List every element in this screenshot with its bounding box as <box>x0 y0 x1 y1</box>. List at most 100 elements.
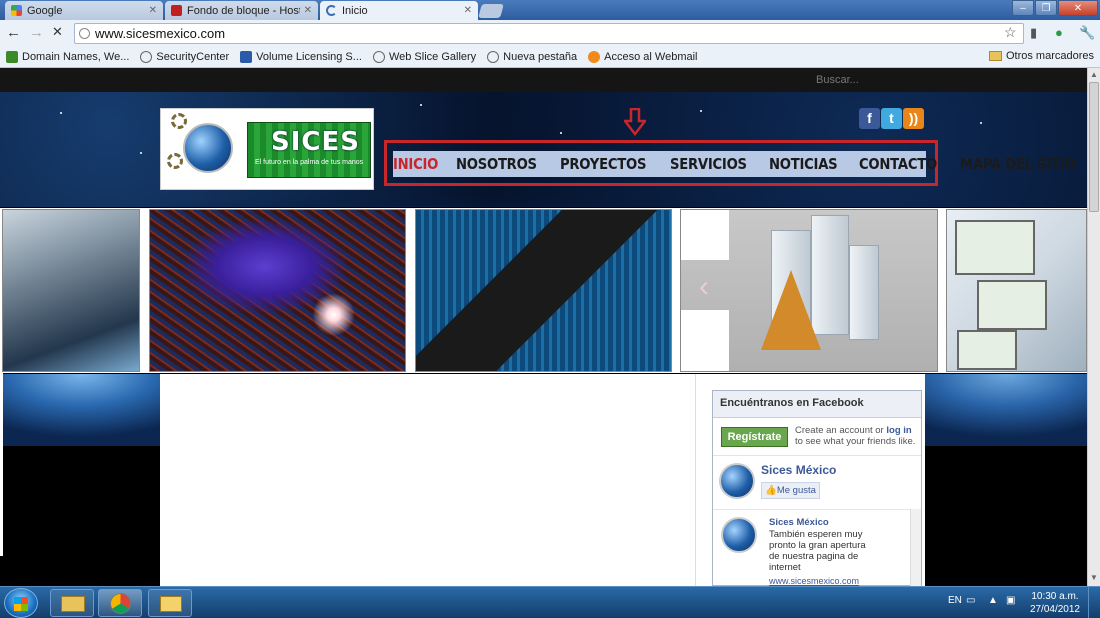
gear-icon <box>171 113 187 129</box>
address-bar[interactable]: www.sicesmexico.com <box>74 23 1024 44</box>
register-button[interactable]: Regístrate <box>721 427 788 447</box>
facebook-widget: Encuéntranos en Facebook Regístrate Crea… <box>712 390 922 587</box>
windows-logo-icon <box>14 597 28 611</box>
minimize-button[interactable]: – <box>1012 0 1034 16</box>
blue-glow-left <box>3 374 160 446</box>
cpanel-icon <box>588 51 601 63</box>
back-icon[interactable]: ← <box>6 24 21 41</box>
page-icon <box>79 28 90 39</box>
page-scrollbar[interactable]: ▲ ▼ <box>1087 68 1100 586</box>
logo-text: SICES <box>271 127 360 157</box>
bookmark-item[interactable]: Web Slice Gallery <box>372 51 476 63</box>
globe-icon <box>140 51 153 63</box>
image-slider: ‹ <box>0 208 1087 373</box>
arrow-down-icon <box>624 108 646 136</box>
main-menu: INICIO NOSOTROS PROYECTOS SERVICIOS NOTI… <box>393 151 1075 177</box>
facebook-widget-title: Encuéntranos en Facebook <box>713 391 921 418</box>
post-author[interactable]: Sices México <box>769 517 829 528</box>
gear-icon <box>167 153 183 169</box>
globe-icon <box>487 51 500 63</box>
forward-icon[interactable]: → <box>29 24 44 41</box>
show-desktop-button[interactable] <box>1088 587 1100 618</box>
scroll-down-icon[interactable]: ▼ <box>1090 573 1098 582</box>
thumbs-up-icon: 👍 <box>765 485 777 496</box>
tab-label: Google <box>27 4 63 17</box>
close-icon[interactable]: ✕ <box>304 5 312 16</box>
clock-time: 10:30 a.m. <box>1031 591 1079 602</box>
chrome-taskbar-button[interactable] <box>98 589 142 617</box>
menu-proyectos[interactable]: PROYECTOS <box>560 155 646 173</box>
post-link[interactable]: www.sicesmexico.com <box>769 576 859 586</box>
window-close-button[interactable]: ✕ <box>1058 0 1098 16</box>
tab-label: Inicio <box>342 4 368 17</box>
blue-glow-right <box>925 374 1087 446</box>
rss-icon[interactable]: )) <box>903 108 924 129</box>
tab-label: Fondo de bloque - Hosting <box>187 4 300 17</box>
loading-icon <box>326 5 337 16</box>
close-icon[interactable]: ✕ <box>149 5 157 16</box>
bookmark-item[interactable]: Nueva pestaña <box>487 51 577 63</box>
mail-icon <box>160 596 182 612</box>
bookmark-star-icon[interactable]: ☆ <box>1004 24 1017 41</box>
like-button[interactable]: 👍Me gusta <box>761 482 820 499</box>
wrench-icon[interactable]: 🔧 <box>1079 25 1095 41</box>
close-icon[interactable]: ✕ <box>464 5 472 16</box>
system-clock[interactable]: 10:30 a.m. 27/04/2012 <box>1030 590 1080 616</box>
extension-icon[interactable]: ● <box>1055 25 1063 40</box>
google-favicon <box>11 5 22 16</box>
twitter-icon[interactable]: t <box>881 108 902 129</box>
post-avatar[interactable] <box>721 517 757 553</box>
mail-taskbar-button[interactable] <box>148 589 192 617</box>
stop-icon[interactable]: ✕ <box>52 24 63 40</box>
url-text: www.sicesmexico.com <box>95 26 226 41</box>
menu-inicio[interactable]: INICIO <box>393 155 438 173</box>
web-page: Buscar... SICES El futuro en la palma de… <box>0 68 1087 586</box>
site-search-input[interactable]: Buscar... <box>816 74 859 86</box>
menu-noticias[interactable]: NOTICIAS <box>769 155 838 173</box>
clock-date: 27/04/2012 <box>1029 604 1080 615</box>
logo-tagline: El futuro en la palma de tus manos <box>255 159 364 166</box>
bookmark-item[interactable]: SecurityCenter <box>140 51 229 63</box>
scroll-thumb[interactable] <box>1089 82 1099 212</box>
log-in-link[interactable]: log in <box>886 425 911 436</box>
bookmark-item[interactable]: Acceso al Webmail <box>588 51 698 63</box>
keyboard-icon[interactable]: ▭ <box>966 595 975 606</box>
facebook-page-name[interactable]: Sices México <box>761 463 836 477</box>
start-button[interactable] <box>4 588 38 618</box>
language-indicator[interactable]: EN <box>948 595 962 606</box>
slide-laptop[interactable] <box>2 209 140 372</box>
explorer-taskbar-button[interactable] <box>50 589 94 617</box>
bookmarks-bar: Domain Names, We... SecurityCenter Volum… <box>0 47 1100 68</box>
new-tab-button[interactable] <box>478 4 504 18</box>
bookmark-item[interactable]: Domain Names, We... <box>6 51 129 63</box>
tab-inicio[interactable]: Inicio ✕ <box>320 1 478 20</box>
facebook-feed: Sices México También esperen muy pronto … <box>713 509 921 587</box>
signal-icon[interactable]: ▮ <box>1030 25 1037 41</box>
facebook-icon[interactable]: f <box>859 108 880 129</box>
page-avatar[interactable] <box>719 463 755 499</box>
ms-icon <box>240 51 253 63</box>
tab-hosting[interactable]: Fondo de bloque - Hosting ✕ <box>165 1 318 20</box>
globe-icon <box>183 123 233 173</box>
feed-scrollbar[interactable] <box>910 509 921 587</box>
slide-circuit-probe[interactable] <box>149 209 406 372</box>
menu-servicios[interactable]: SERVICIOS <box>670 155 747 173</box>
chevron-up-icon[interactable]: ▲ <box>988 595 998 606</box>
slide-web-design[interactable] <box>946 209 1087 372</box>
other-bookmarks[interactable]: Otros marcadores <box>988 50 1094 62</box>
globe-icon <box>372 51 385 63</box>
slide-architecture[interactable]: ‹ <box>680 209 938 372</box>
maximize-button[interactable]: ❐ <box>1035 0 1057 16</box>
windows-taskbar: EN ▭ ▲ ▣ 10:30 a.m. 27/04/2012 <box>0 586 1100 618</box>
menu-contacto[interactable]: CONTACTO <box>859 155 937 173</box>
slide-chip-board[interactable] <box>415 209 672 372</box>
tab-google[interactable]: Google ✕ <box>5 1 163 20</box>
network-icon[interactable]: ▣ <box>1006 595 1015 606</box>
bookmark-item[interactable]: Volume Licensing S... <box>240 51 362 63</box>
folder-icon <box>61 596 85 612</box>
chevron-left-icon[interactable]: ‹ <box>699 270 709 304</box>
menu-nosotros[interactable]: NOSOTROS <box>456 155 537 173</box>
scroll-up-icon[interactable]: ▲ <box>1090 70 1098 79</box>
site-logo[interactable]: SICES El futuro en la palma de tus manos <box>160 108 374 190</box>
menu-mapa-del-sitio[interactable]: MAPA DEL SITIO <box>960 155 1076 173</box>
